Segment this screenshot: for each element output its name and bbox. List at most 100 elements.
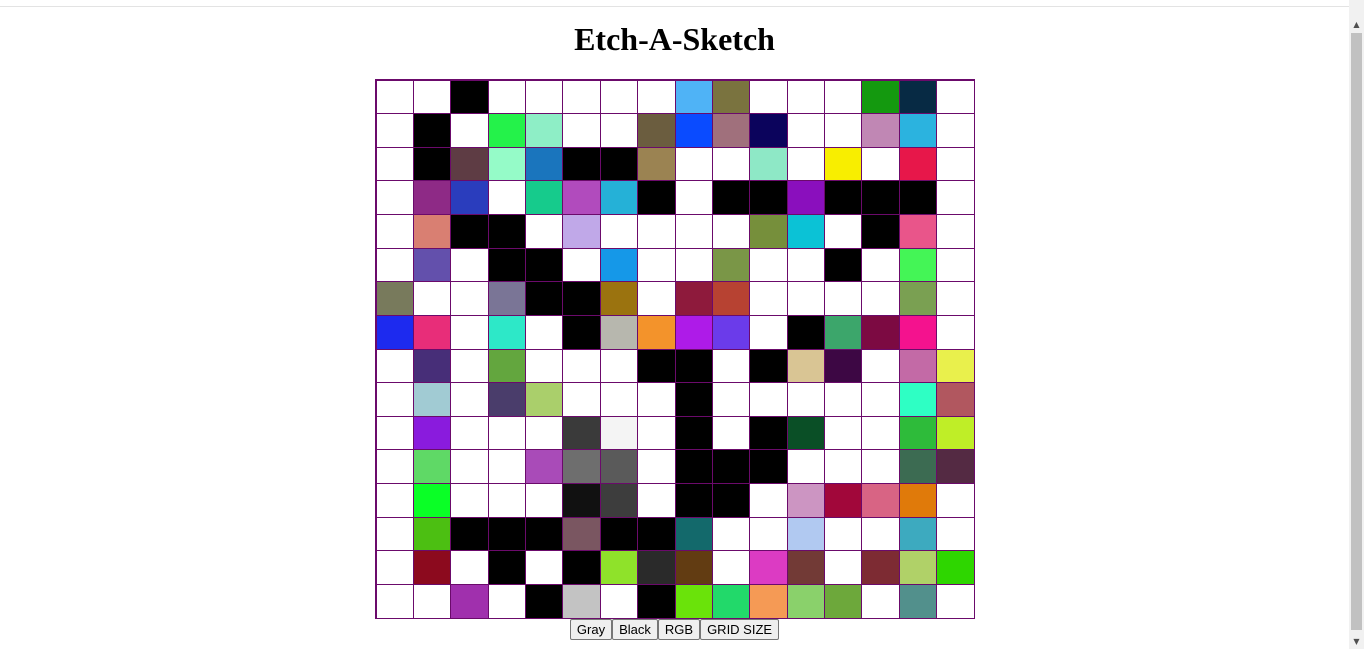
grid-cell[interactable] (711, 382, 751, 417)
grid-cell[interactable] (412, 79, 452, 115)
grid-cell[interactable] (599, 247, 639, 283)
rgb-button[interactable]: RGB (657, 619, 701, 640)
grid-cell[interactable] (711, 247, 751, 283)
grid-cell[interactable] (674, 214, 713, 249)
grid-cell[interactable] (711, 113, 751, 148)
grid-cell[interactable] (637, 146, 676, 182)
grid-cell[interactable] (861, 550, 900, 585)
grid-cell[interactable] (824, 214, 863, 249)
grid-cell[interactable] (861, 583, 900, 619)
grid-cell[interactable] (936, 516, 975, 552)
grid-cell[interactable] (749, 348, 788, 384)
grid-cell[interactable] (375, 247, 414, 283)
grid-cell[interactable] (861, 180, 900, 215)
vertical-scrollbar[interactable]: ▲ ▼ (1349, 0, 1364, 649)
grid-cell[interactable] (786, 516, 825, 552)
grid-cell[interactable] (525, 516, 564, 552)
grid-cell[interactable] (674, 79, 713, 115)
grid-cell[interactable] (711, 214, 751, 249)
grid-cell[interactable] (562, 281, 601, 316)
sketch-grid[interactable] (375, 79, 975, 619)
grid-cell[interactable] (637, 550, 676, 585)
grid-cell[interactable] (749, 314, 788, 350)
scrollbar-thumb[interactable] (1351, 33, 1362, 630)
grid-cell[interactable] (674, 449, 713, 484)
grid-cell[interactable] (375, 583, 414, 619)
grid-cell[interactable] (599, 146, 639, 182)
grid-cell[interactable] (412, 146, 452, 182)
grid-cell[interactable] (786, 348, 825, 384)
grid-cell[interactable] (936, 146, 975, 182)
grid-cell[interactable] (637, 281, 676, 316)
grid-cell[interactable] (824, 449, 863, 484)
grid-cell[interactable] (562, 449, 601, 484)
grid-cell[interactable] (450, 113, 489, 148)
scroll-down-icon[interactable]: ▼ (1349, 634, 1364, 649)
grid-cell[interactable] (786, 113, 825, 148)
grid-cell[interactable] (450, 382, 489, 417)
grid-cell[interactable] (898, 449, 938, 484)
grid-cell[interactable] (637, 314, 676, 350)
grid-cell[interactable] (562, 314, 601, 350)
grid-cell[interactable] (412, 449, 452, 484)
grid-cell[interactable] (599, 550, 639, 585)
grid-cell[interactable] (898, 113, 938, 148)
grid-cell[interactable] (936, 214, 975, 249)
grid-cell[interactable] (898, 314, 938, 350)
grid-cell[interactable] (861, 314, 900, 350)
grid-cell[interactable] (711, 415, 751, 451)
grid-cell[interactable] (749, 146, 788, 182)
grid-cell[interactable] (898, 281, 938, 316)
grid-cell[interactable] (936, 247, 975, 283)
grid-cell[interactable] (525, 180, 564, 215)
grid-cell[interactable] (375, 314, 414, 350)
grid-cell[interactable] (599, 180, 639, 215)
grid-cell[interactable] (674, 382, 713, 417)
grid-cell[interactable] (711, 516, 751, 552)
grid-cell[interactable] (936, 550, 975, 585)
grid-cell[interactable] (936, 281, 975, 316)
grid-cell[interactable] (599, 281, 639, 316)
grid-cell[interactable] (487, 550, 526, 585)
grid-cell[interactable] (749, 449, 788, 484)
grid-cell[interactable] (861, 348, 900, 384)
grid-cell[interactable] (637, 449, 676, 484)
grid-cell[interactable] (562, 583, 601, 619)
grid-cell[interactable] (637, 247, 676, 283)
grid-cell[interactable] (786, 449, 825, 484)
grid-cell[interactable] (487, 314, 526, 350)
grid-cell[interactable] (412, 348, 452, 384)
grid-cell[interactable] (861, 516, 900, 552)
grid-cell[interactable] (525, 449, 564, 484)
grid-cell[interactable] (562, 247, 601, 283)
grid-cell[interactable] (525, 146, 564, 182)
grid-cell[interactable] (824, 550, 863, 585)
black-button[interactable]: Black (612, 619, 658, 640)
grid-cell[interactable] (749, 415, 788, 451)
grid-cell[interactable] (375, 449, 414, 484)
grid-cell[interactable] (824, 146, 863, 182)
grid-cell[interactable] (711, 180, 751, 215)
grid-cell[interactable] (637, 516, 676, 552)
grid-cell[interactable] (898, 583, 938, 619)
grid-cell[interactable] (749, 550, 788, 585)
grid-cell[interactable] (375, 113, 414, 148)
grid-cell[interactable] (525, 113, 564, 148)
grid-cell[interactable] (711, 449, 751, 484)
grid-cell[interactable] (562, 113, 601, 148)
grid-cell[interactable] (861, 415, 900, 451)
grid-cell[interactable] (375, 415, 414, 451)
grid-cell[interactable] (412, 516, 452, 552)
grid-cell[interactable] (861, 449, 900, 484)
grid-cell[interactable] (375, 281, 414, 316)
grid-cell[interactable] (861, 113, 900, 148)
grid-cell[interactable] (824, 483, 863, 518)
grid-cell[interactable] (487, 348, 526, 384)
grid-cell[interactable] (562, 79, 601, 115)
grid-cell[interactable] (412, 180, 452, 215)
grid-cell[interactable] (637, 79, 676, 115)
grid-cell[interactable] (824, 180, 863, 215)
grid-cell[interactable] (936, 583, 975, 619)
grid-cell[interactable] (674, 180, 713, 215)
grid-cell[interactable] (562, 348, 601, 384)
